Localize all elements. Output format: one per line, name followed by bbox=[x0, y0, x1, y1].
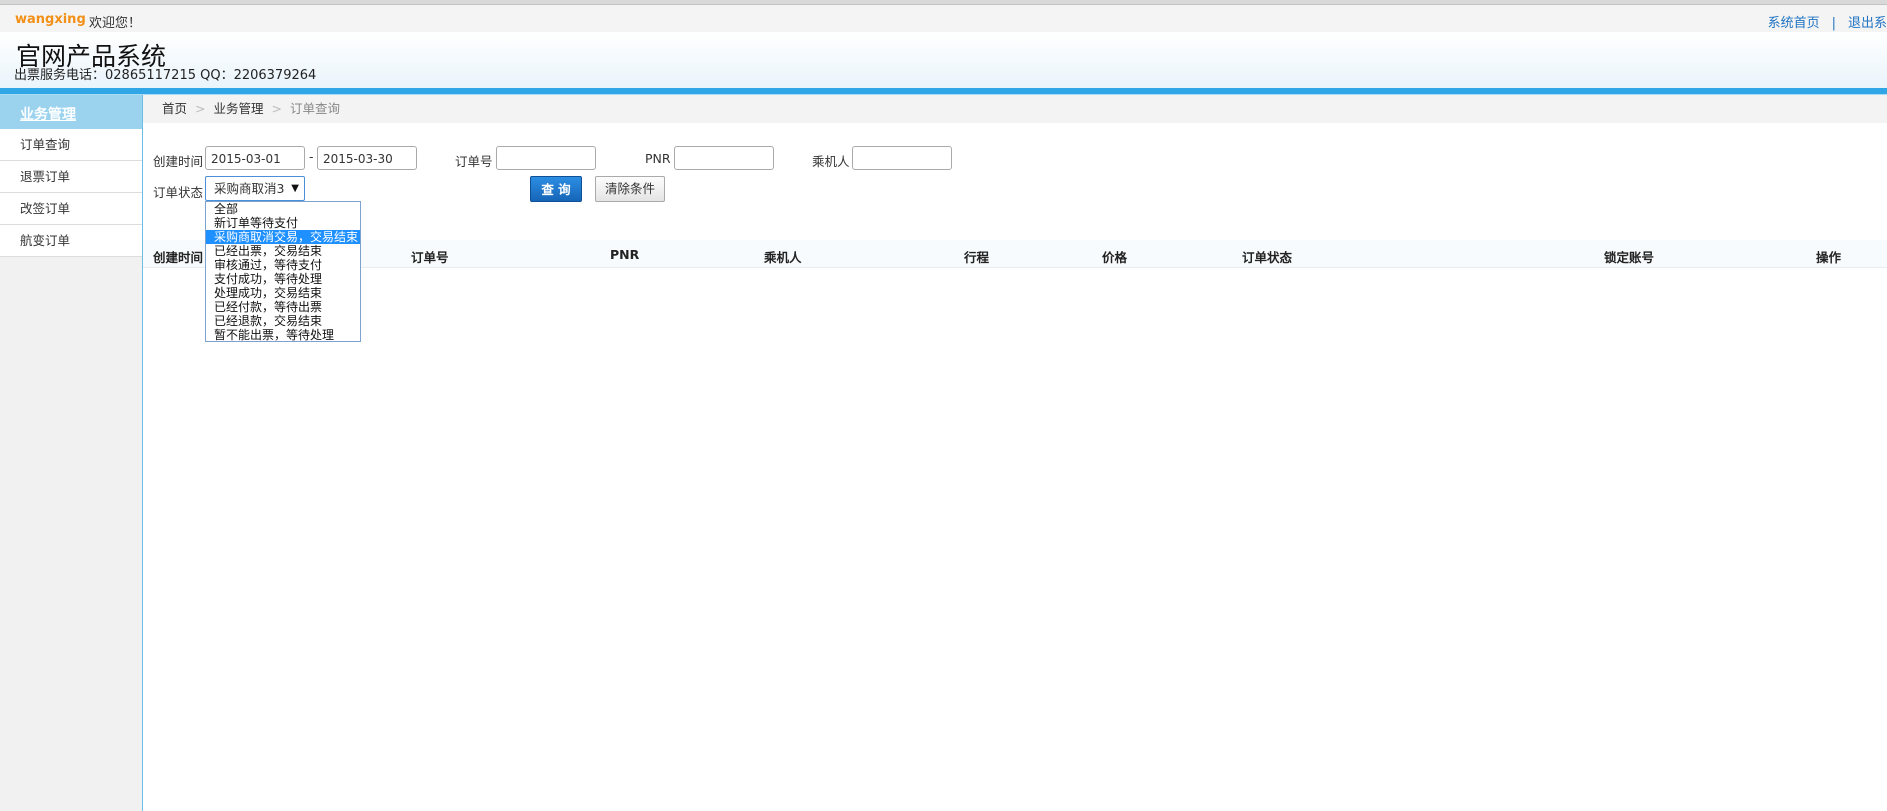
triangle-down-icon[interactable]: ▼ bbox=[291, 177, 299, 200]
status-option[interactable]: 新订单等待支付 bbox=[206, 216, 360, 230]
column-header-locked-account: 锁定账号 bbox=[1604, 250, 1655, 265]
sidebar-item-order-query[interactable]: 订单查询 bbox=[0, 129, 142, 161]
status-option[interactable]: 已经出票，交易结束 bbox=[206, 244, 360, 258]
sidebar-item-flight-change-orders[interactable]: 航变订单 bbox=[0, 225, 142, 257]
logout-link[interactable]: 退出系 bbox=[1848, 16, 1887, 31]
column-header-price: 价格 bbox=[1102, 250, 1128, 265]
column-header-order-status: 订单状态 bbox=[1242, 250, 1293, 265]
chevron-right-icon: > bbox=[195, 101, 206, 116]
sidebar-title[interactable]: 业务管理 bbox=[0, 95, 142, 129]
sidebar-item-refund-orders[interactable]: 退票订单 bbox=[0, 161, 142, 193]
column-header-itinerary: 行程 bbox=[964, 250, 990, 265]
main-content: 首页 > 业务管理 > 订单查询 bbox=[143, 95, 1887, 811]
order-status-label: 订单状态 bbox=[153, 185, 204, 200]
pnr-label: PNR bbox=[645, 151, 671, 166]
status-option[interactable]: 已经退款，交易结束 bbox=[206, 314, 360, 328]
passenger-input[interactable] bbox=[852, 146, 952, 170]
column-header-pnr: PNR bbox=[610, 247, 640, 262]
order-status-dropdown-list: 全部 新订单等待支付 采购商取消交易，交易结束 已经出票，交易结束 审核通过，等… bbox=[205, 201, 361, 342]
link-separator: | bbox=[1831, 16, 1836, 31]
status-option[interactable]: 暂不能出票，等待处理 bbox=[206, 328, 360, 342]
passenger-label: 乘机人 bbox=[812, 154, 850, 169]
sidebar: 业务管理 订单查询 退票订单 改签订单 航变订单 bbox=[0, 95, 143, 811]
top-links: 系统首页 | 退出系 bbox=[1768, 12, 1887, 31]
status-option[interactable]: 支付成功，等待处理 bbox=[206, 272, 360, 286]
sidebar-item-change-orders[interactable]: 改签订单 bbox=[0, 193, 142, 225]
column-header-order-no: 订单号 bbox=[411, 250, 449, 265]
breadcrumb-section[interactable]: 业务管理 bbox=[214, 101, 264, 116]
sidebar-title-label: 业务管理 bbox=[20, 107, 76, 123]
breadcrumb-home[interactable]: 首页 bbox=[162, 101, 187, 116]
username: wangxing bbox=[15, 12, 86, 27]
order-no-input[interactable] bbox=[496, 146, 596, 170]
column-header-actions: 操作 bbox=[1816, 250, 1842, 265]
order-no-label: 订单号 bbox=[455, 154, 493, 169]
status-option[interactable]: 采购商取消交易，交易结束 bbox=[206, 230, 360, 244]
order-status-select[interactable]: 采购商取消3 ▼ bbox=[205, 176, 305, 201]
status-option[interactable]: 已经付款，等待出票 bbox=[206, 300, 360, 314]
status-option[interactable]: 审核通过，等待支付 bbox=[206, 258, 360, 272]
header-divider bbox=[0, 88, 1887, 95]
orders-table-header: 创建时间 订单号 PNR 乘机人 行程 价格 订单状态 锁定账号 操作 bbox=[143, 240, 1887, 268]
status-option[interactable]: 处理成功，交易结束 bbox=[206, 286, 360, 300]
order-status-selected-value: 采购商取消3 bbox=[214, 181, 285, 196]
site-header: 官网产品系统 出票服务电话：02865117215 QQ：2206379264 bbox=[0, 32, 1887, 88]
breadcrumb-current: 订单查询 bbox=[290, 101, 341, 116]
status-option[interactable]: 全部 bbox=[206, 202, 360, 216]
system-home-link[interactable]: 系统首页 bbox=[1768, 16, 1820, 31]
welcome-text: 欢迎您！ bbox=[89, 16, 142, 31]
column-header-created-time: 创建时间 bbox=[153, 250, 204, 265]
top-bar: wangxing 欢迎您！ 系统首页 | 退出系 bbox=[0, 5, 1887, 32]
created-time-label: 创建时间 bbox=[153, 154, 204, 169]
column-header-passenger: 乘机人 bbox=[764, 250, 802, 265]
pnr-input[interactable] bbox=[674, 146, 774, 170]
breadcrumb: 首页 > 业务管理 > 订单查询 bbox=[143, 95, 1887, 123]
date-from-input[interactable]: 2015-03-01 bbox=[205, 146, 305, 170]
service-contact: 出票服务电话：02865117215 QQ：2206379264 bbox=[14, 68, 317, 83]
query-button[interactable]: 查 询 bbox=[530, 176, 582, 202]
clear-filters-button[interactable]: 清除条件 bbox=[595, 176, 665, 202]
date-range-dash: - bbox=[309, 149, 314, 164]
chevron-right-icon: > bbox=[271, 101, 282, 116]
date-to-input[interactable]: 2015-03-30 bbox=[317, 146, 417, 170]
